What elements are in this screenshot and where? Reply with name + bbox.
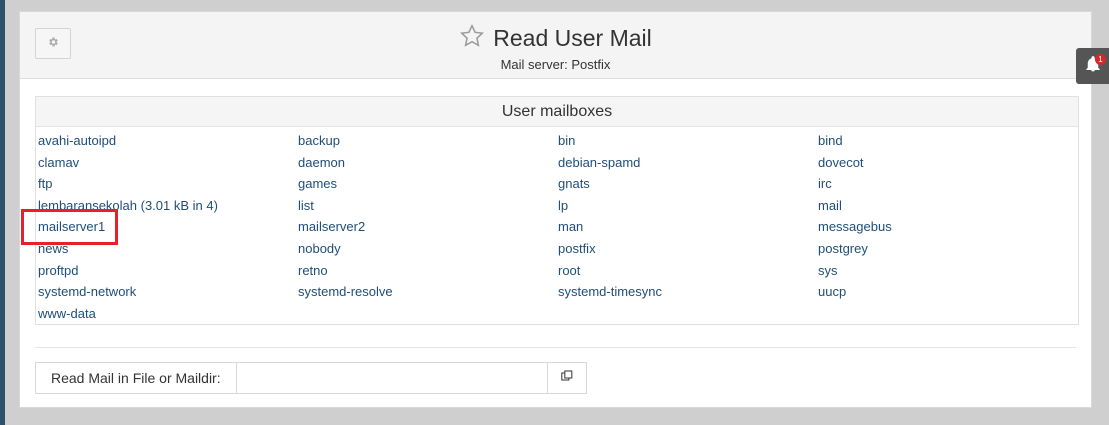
maildir-path-input[interactable] <box>237 362 548 394</box>
mailbox-cell: mailserver1 <box>21 209 298 246</box>
mailbox-link[interactable]: messagebus <box>818 219 892 234</box>
mailbox-cell: irc <box>818 173 1078 195</box>
mailbox-link[interactable]: systemd-network <box>38 284 136 299</box>
mailbox-link[interactable]: ftp <box>38 176 52 191</box>
mailbox-link[interactable]: daemon <box>298 155 345 170</box>
mailbox-link[interactable]: sys <box>818 263 838 278</box>
mailbox-link[interactable]: dovecot <box>818 155 864 170</box>
mailbox-cell: sys <box>818 260 1078 282</box>
mailbox-link[interactable]: clamav <box>38 155 79 170</box>
mailbox-link[interactable]: mailserver2 <box>298 219 365 234</box>
mailbox-cell: clamav <box>38 152 298 174</box>
mailbox-link[interactable]: mail <box>818 198 842 213</box>
read-mail-label: Read Mail in File or Maildir: <box>35 362 237 394</box>
browse-file-button[interactable] <box>548 362 587 394</box>
notification-count-badge: 1 <box>1095 54 1106 65</box>
star-outline-icon[interactable] <box>459 23 485 54</box>
user-mailboxes-heading: User mailboxes <box>36 97 1078 127</box>
mailbox-cell: systemd-timesync <box>558 281 818 303</box>
page-title: Read User Mail <box>493 25 652 51</box>
mailbox-link[interactable]: news <box>38 241 68 256</box>
mailbox-cell: list <box>298 195 558 217</box>
mailbox-link[interactable]: root <box>558 263 580 278</box>
mailbox-cell: games <box>298 173 558 195</box>
mailbox-cell: messagebus <box>818 216 1078 238</box>
mailbox-link[interactable]: avahi-autoipd <box>38 133 116 148</box>
mailbox-link[interactable]: irc <box>818 176 832 191</box>
read-mail-file-form: Read Mail in File or Maildir: <box>35 362 587 394</box>
mailbox-cell: retno <box>298 260 558 282</box>
mailbox-cell: mail <box>818 195 1078 217</box>
mailbox-grid: avahi-autoipd backup bin bind clamav daemon de… <box>21 127 1078 325</box>
mailbox-cell: proftpd <box>38 260 298 282</box>
mailbox-link[interactable]: bind <box>818 133 843 148</box>
mailbox-link[interactable]: debian-spamd <box>558 155 640 170</box>
left-sidebar-edge <box>0 0 5 425</box>
mailbox-link[interactable]: systemd-timesync <box>558 284 662 299</box>
mailbox-cell: www-data <box>38 303 298 325</box>
mailbox-link[interactable]: man <box>558 219 583 234</box>
user-mailboxes-table: User mailboxes avahi-autoipd backup bin bin… <box>21 96 1079 325</box>
file-browse-icon <box>561 369 573 387</box>
mailbox-link[interactable]: gnats <box>558 176 590 191</box>
mailbox-cell: mailserver2 <box>298 216 558 238</box>
mailbox-link[interactable]: games <box>298 176 337 191</box>
mailbox-cell: postfix <box>558 238 818 260</box>
module-panel: Read User Mail Mail server: Postfix User… <box>19 11 1092 408</box>
mailbox-cell: backup <box>298 130 558 152</box>
mailbox-link[interactable]: lembaransekolah (3.01 kB in 4) <box>38 198 218 213</box>
divider <box>35 347 1076 348</box>
mailbox-cell: uucp <box>818 281 1078 303</box>
mailbox-link[interactable]: proftpd <box>38 263 78 278</box>
module-title-block: Read User Mail Mail server: Postfix <box>20 23 1091 72</box>
mailbox-cell: postgrey <box>818 238 1078 260</box>
mailbox-link[interactable]: retno <box>298 263 328 278</box>
mailbox-cell: gnats <box>558 173 818 195</box>
mailbox-link[interactable]: postgrey <box>818 241 868 256</box>
mailbox-cell: lp <box>558 195 818 217</box>
notifications-button[interactable]: 1 <box>1076 48 1109 84</box>
mailbox-cell: systemd-network <box>38 281 298 303</box>
mailbox-cell: bind <box>818 130 1078 152</box>
mailbox-cell: root <box>558 260 818 282</box>
mailbox-link[interactable]: uucp <box>818 284 846 299</box>
mailbox-cell: systemd-resolve <box>298 281 558 303</box>
mailbox-link[interactable]: list <box>298 198 314 213</box>
mailbox-link[interactable]: backup <box>298 133 340 148</box>
mailbox-cell: daemon <box>298 152 558 174</box>
mailbox-cell: debian-spamd <box>558 152 818 174</box>
mailbox-cell: nobody <box>298 238 558 260</box>
mailbox-link[interactable]: lp <box>558 198 568 213</box>
mailbox-link[interactable]: www-data <box>38 306 96 321</box>
mailbox-link[interactable]: systemd-resolve <box>298 284 393 299</box>
mailbox-cell: avahi-autoipd <box>38 130 298 152</box>
mailbox-link[interactable]: nobody <box>298 241 341 256</box>
page-subtitle: Mail server: Postfix <box>500 57 611 72</box>
mailbox-link[interactable]: bin <box>558 133 575 148</box>
mailbox-cell: news <box>38 238 298 260</box>
mailbox-cell: bin <box>558 130 818 152</box>
mailbox-cell: dovecot <box>818 152 1078 174</box>
mailbox-link[interactable]: postfix <box>558 241 596 256</box>
mailbox-cell: ftp <box>38 173 298 195</box>
module-header: Read User Mail Mail server: Postfix <box>20 12 1091 79</box>
mailbox-cell: man <box>558 216 818 238</box>
